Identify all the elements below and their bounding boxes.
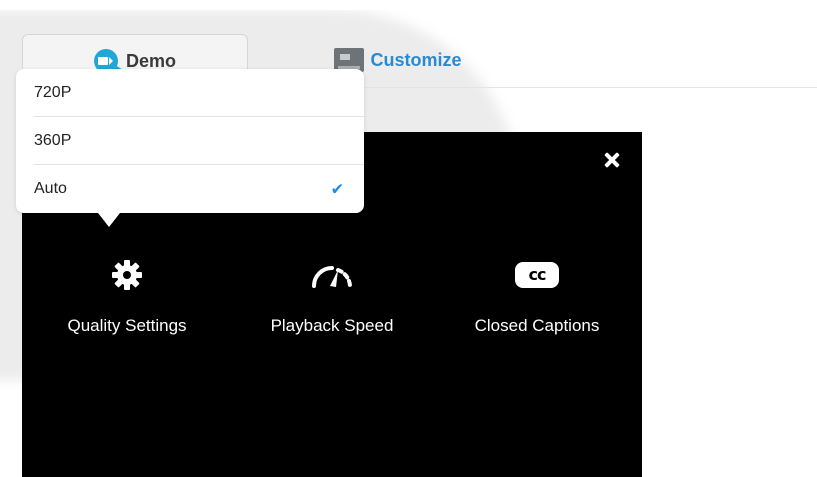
- cc-icon-wrap: cc: [432, 258, 642, 292]
- tab-customize-label: Customize: [370, 49, 462, 70]
- quality-option-auto[interactable]: Auto ✔: [16, 165, 364, 212]
- quality-option-label: 720P: [34, 83, 72, 101]
- background-top-band: [0, 0, 817, 10]
- closed-captions-button[interactable]: cc Closed Captions: [432, 258, 642, 336]
- cc-icon: cc: [515, 262, 559, 288]
- app-stage: Demo Customize Quality Settings Playback…: [0, 0, 817, 477]
- quality-settings-button[interactable]: Quality Settings: [22, 258, 232, 336]
- quality-menu: 720P 360P Auto ✔: [16, 69, 364, 213]
- closed-captions-label: Closed Captions: [474, 316, 600, 335]
- checkmark-icon: ✔: [330, 179, 344, 198]
- close-icon[interactable]: [602, 150, 622, 170]
- gear-icon: [22, 258, 232, 292]
- menu-pointer: [98, 213, 120, 227]
- playback-speed-label: Playback Speed: [270, 316, 394, 335]
- quality-settings-label: Quality Settings: [67, 316, 187, 335]
- quality-option-720p[interactable]: 720P: [16, 69, 364, 116]
- quality-option-label: 360P: [34, 131, 72, 149]
- quality-option-label: Auto: [34, 179, 67, 197]
- playback-speed-button[interactable]: Playback Speed: [227, 258, 437, 336]
- speedometer-icon: [227, 258, 437, 292]
- quality-option-360p[interactable]: 360P: [16, 117, 364, 164]
